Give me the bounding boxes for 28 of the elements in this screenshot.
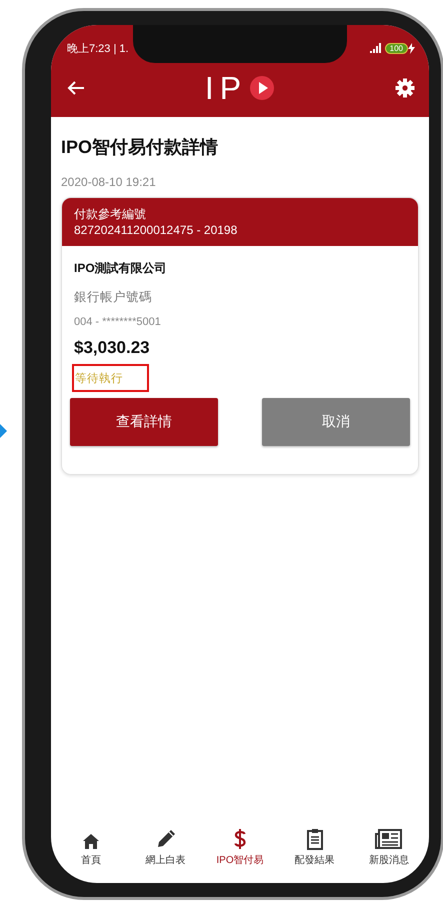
reference-label: 付款參考編號 [74, 206, 147, 222]
home-icon [82, 833, 100, 850]
payment-date: 2020-08-10 19:21 [61, 175, 157, 189]
pointer-icon [0, 424, 8, 438]
reference-number: 827202411200012475 - 20198 [74, 222, 238, 238]
payment-status: 等待執行 [72, 364, 149, 392]
page-title: IPO智付易付款詳情 [61, 136, 220, 159]
nav-tab[interactable]: 首頁 [55, 826, 127, 867]
status-time: 晚上7:23 | 1. [67, 42, 129, 56]
payment-amount: $3,030.23 [74, 338, 151, 358]
nav-tab[interactable]: 新股消息 [353, 826, 425, 867]
clipboard-icon [306, 828, 324, 850]
nav-tab[interactable]: 配發結果 [278, 826, 350, 867]
account-number: 004 - ********5001 [74, 316, 162, 328]
company-name: IPO測試有限公司 [74, 260, 168, 277]
app-logo: IP [204, 70, 248, 106]
cancel-button[interactable]: 取消 [262, 398, 410, 446]
nav-tab[interactable]: IPO智付易 [204, 826, 276, 867]
details-button[interactable]: 查看詳情 [70, 398, 218, 446]
signal-icon [370, 43, 381, 53]
settings-icon[interactable] [394, 78, 415, 98]
newspaper-icon [375, 828, 403, 850]
play-icon [249, 75, 276, 101]
back-icon[interactable] [67, 80, 85, 96]
dollar-icon [233, 828, 247, 850]
nav-tab[interactable]: 網上白表 [130, 826, 202, 867]
account-label: 銀行帳户號碼 [74, 289, 153, 306]
battery-level: 100 [384, 42, 408, 54]
